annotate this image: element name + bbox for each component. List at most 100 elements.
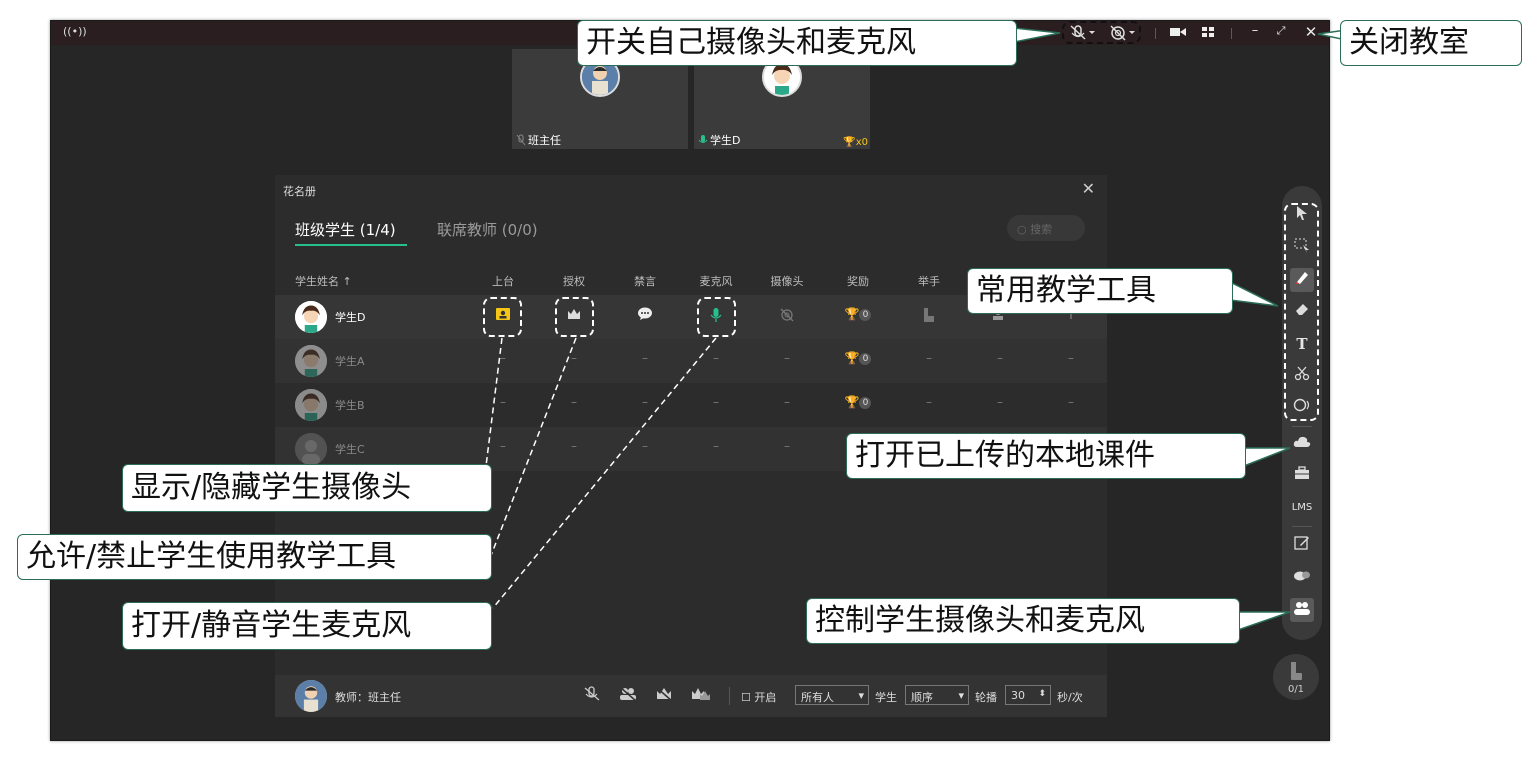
header-mic: 麦克风 — [699, 275, 733, 288]
mute-all-mic-button[interactable] — [583, 686, 601, 705]
search-icon: ○ — [1017, 223, 1031, 236]
users-icon — [1294, 602, 1310, 615]
users-off-icon — [619, 686, 637, 702]
student-camera-button[interactable] — [757, 307, 817, 326]
minimize-button[interactable]: – — [1247, 23, 1263, 38]
more-cell: – — [1068, 395, 1074, 409]
trophy-icon: 🏆 — [844, 395, 860, 409]
header-stage: 上台 — [492, 275, 514, 288]
dialog-title: 花名册 — [283, 185, 316, 198]
auth-cell: – — [571, 395, 577, 409]
crown-off-icon — [655, 686, 673, 702]
header-reward: 奖励 — [847, 275, 869, 288]
callout-open-courseware: 打开已上传的本地课件 — [846, 433, 1246, 479]
all-down-stage-button[interactable] — [619, 686, 637, 705]
unit-label: 秒/次 — [1057, 691, 1083, 704]
live-broadcast-icon: ((•)) — [63, 25, 87, 38]
callout-allow-tools: 允许/禁止学生使用教学工具 — [17, 534, 492, 580]
tab-joint-teachers[interactable]: 联席教师 (0/0) — [437, 219, 538, 240]
header-name[interactable]: 学生姓名 ↑ — [295, 273, 385, 289]
header-camera: 摄像头 — [770, 275, 804, 288]
restore-button[interactable]: ⤢ — [1273, 24, 1289, 38]
kick-cell: – — [997, 351, 1003, 365]
mic-off-icon — [584, 686, 600, 701]
student-name: 学生C — [335, 443, 365, 456]
hand-cell: – — [926, 351, 932, 365]
highlight-self-av — [1062, 21, 1141, 44]
trophy-count: 🏆x0 — [843, 137, 868, 148]
lms-button[interactable]: LMS — [1290, 496, 1314, 520]
camera-cell: – — [784, 439, 790, 453]
trophy-icon: 🏆 — [844, 307, 860, 321]
hand-count: 0/1 — [1287, 684, 1305, 695]
mute-cell: – — [642, 439, 648, 453]
auth-cell: – — [571, 439, 577, 453]
raise-hand-button[interactable]: 0/1 — [1273, 654, 1319, 700]
callout-toggle-student-mic: 打开/静音学生麦克风 — [122, 602, 492, 650]
student-label: 学生 — [875, 691, 897, 704]
reward-all-button[interactable] — [691, 686, 711, 705]
revoke-all-auth-button[interactable] — [655, 686, 673, 705]
highlight-auth — [555, 297, 594, 337]
enable-rotation-checkbox[interactable]: ☐ 开启 — [741, 689, 776, 705]
mic-off-icon — [516, 134, 526, 146]
briefcase-icon — [1295, 466, 1309, 479]
cloud-icon — [1293, 436, 1311, 447]
screenshot-stage: ((•)) – ⤢ ✕ 班主任 学生D 🏆x0 花名册 ✕ 班级学生 (1/4)… — [0, 0, 1540, 762]
stage-cell: – — [500, 439, 506, 453]
chat-icon — [638, 307, 652, 320]
rotate-label: 轮播 — [975, 691, 997, 704]
hand-icon — [924, 308, 934, 322]
callout-common-tools: 常用教学工具 — [967, 268, 1233, 314]
reward-button[interactable]: 🏆 0 — [828, 395, 888, 409]
highlight-mic — [697, 297, 736, 337]
toolbox-button[interactable] — [1290, 464, 1314, 488]
student-name: 学生D — [335, 311, 366, 324]
raise-hand-indicator — [899, 307, 959, 326]
avatar — [295, 433, 327, 465]
tab-class-students[interactable]: 班级学生 (1/4) — [295, 219, 396, 240]
order-select[interactable]: 顺序 ▾ — [905, 685, 969, 705]
hand-cell: – — [926, 395, 932, 409]
highlight-tools — [1284, 203, 1319, 421]
search-input[interactable]: ○ 搜索 — [1007, 215, 1085, 241]
seconds-stepper[interactable]: 30 ⬍ — [1005, 685, 1051, 705]
avatar — [295, 680, 327, 712]
student-name: 学生B — [335, 399, 365, 412]
crowns-icon — [692, 688, 710, 700]
checkbox-icon: ☐ — [741, 691, 755, 704]
grid-layout-button[interactable] — [1197, 24, 1219, 44]
kick-cell: – — [997, 395, 1003, 409]
reward-button[interactable]: 🏆 0 — [828, 351, 888, 365]
roster-button[interactable] — [1290, 598, 1314, 622]
tile-name: 班主任 — [516, 132, 561, 148]
active-tab-indicator — [295, 244, 407, 246]
mic-cell: – — [713, 439, 719, 453]
chat-button[interactable] — [1290, 566, 1314, 590]
chat-mute-button[interactable] — [615, 307, 675, 324]
reward-button[interactable]: 🏆 0 — [828, 307, 888, 321]
cloud-courseware-button[interactable] — [1290, 432, 1314, 456]
student-name: 学生A — [335, 355, 365, 368]
callout-self-av: 开关自己摄像头和麦克风 — [577, 20, 1017, 66]
close-icon[interactable]: ✕ — [1082, 179, 1095, 198]
mic-cell: – — [713, 351, 719, 365]
callout-close-room: 关闭教室 — [1340, 20, 1522, 66]
more-cell: – — [1068, 351, 1074, 365]
edit-icon — [1294, 536, 1309, 550]
mute-cell: – — [642, 351, 648, 365]
video-layout-button[interactable] — [1167, 24, 1189, 44]
chevron-down-icon: ▾ — [858, 689, 864, 702]
stage-cell: – — [500, 395, 506, 409]
avatar — [295, 345, 327, 377]
chevron-down-icon: ▾ — [958, 689, 964, 702]
table-row: 学生A – – – – – 🏆 0 – – – — [275, 339, 1107, 383]
mute-cell: – — [642, 395, 648, 409]
callout-toggle-student-cam: 显示/隐藏学生摄像头 — [122, 464, 492, 512]
audience-select[interactable]: 所有人 ▾ — [795, 685, 869, 705]
stepper-icon: ⬍ — [1038, 689, 1046, 699]
camera-cell: – — [784, 395, 790, 409]
close-room-button[interactable]: ✕ — [1303, 23, 1319, 41]
quiz-button[interactable] — [1290, 534, 1314, 558]
video-camera-icon — [1170, 28, 1186, 36]
